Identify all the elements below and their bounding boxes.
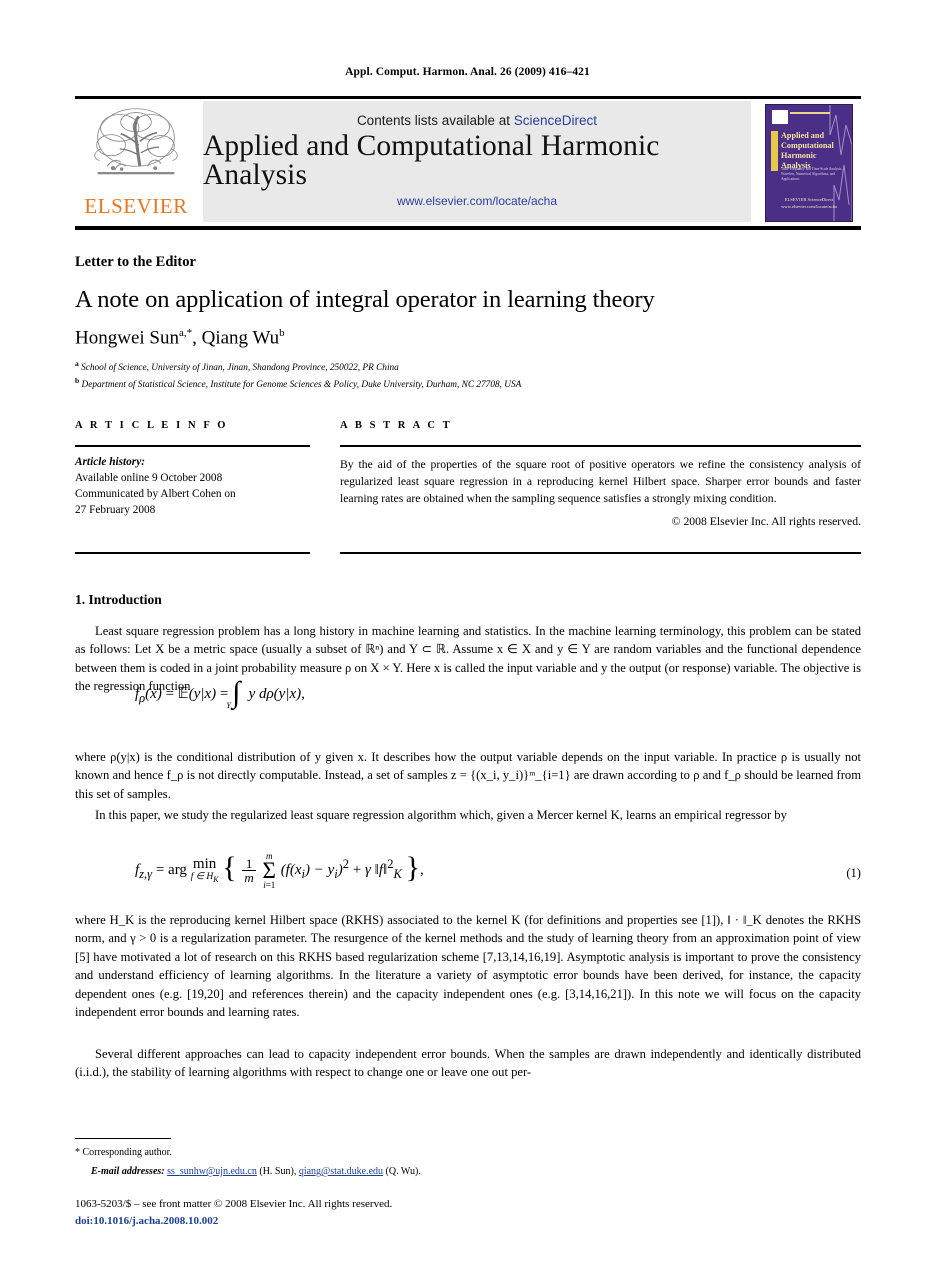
cover-rule bbox=[790, 111, 830, 114]
article-info-column: A R T I C L E I N F O Article history: A… bbox=[75, 420, 310, 518]
equation-1-empirical-regressor: fz,γ = arg min f ∈ HK { 1m m Σi=1 (f(xi) −… bbox=[135, 851, 861, 890]
article-history-line-2: Communicated by Albert Cohen on bbox=[75, 488, 236, 501]
issn-front-matter: 1063-5203/$ – see front matter © 2008 El… bbox=[75, 1198, 393, 1210]
abstract-rule bbox=[340, 445, 861, 447]
paragraph-5: Several different approaches can lead to… bbox=[75, 1047, 861, 1080]
affil-a-text: School of Science, University of Jinan, … bbox=[81, 363, 399, 374]
running-head: Appl. Comput. Harmon. Anal. 26 (2009) 41… bbox=[345, 66, 590, 78]
journal-masthead: ELSEVIER Contents lists available at Sci… bbox=[75, 96, 861, 230]
author-2-affil-marker: b bbox=[279, 327, 285, 339]
abstract-heading: A B S T R A C T bbox=[340, 420, 453, 431]
imprint-block: 1063-5203/$ – see front matter © 2008 El… bbox=[75, 1196, 392, 1229]
email-owner-wu: (Q. Wu). bbox=[383, 1166, 421, 1177]
author-2-name: , Qiang Wu bbox=[192, 327, 280, 349]
integral-symbol-icon: ∫ bbox=[232, 676, 241, 709]
paper-page: Appl. Comput. Harmon. Anal. 26 (2009) 41… bbox=[0, 0, 935, 1266]
footnote-emails: E-mail addresses: ss_sunhw@ujn.edu.cn (H… bbox=[75, 1164, 861, 1179]
page-title: A note on application of integral operat… bbox=[75, 286, 655, 313]
cover-subtitle: Time-Frequency and Time-Scale Analysis, … bbox=[781, 166, 843, 182]
article-info-rule bbox=[75, 445, 310, 447]
footnote-separator-rule bbox=[75, 1138, 171, 1139]
affil-a-marker: a bbox=[75, 359, 79, 368]
section-heading-introduction: 1. Introduction bbox=[75, 592, 162, 607]
cover-spine-band bbox=[771, 130, 778, 171]
paragraph-4: where H_K is the reproducing kernel Hilb… bbox=[75, 913, 861, 1019]
doi-link[interactable]: doi:10.1016/j.acha.2008.10.002 bbox=[75, 1213, 392, 1230]
journal-homepage-link[interactable]: www.elsevier.com/locate/acha bbox=[397, 194, 557, 208]
asterisk-icon: * bbox=[75, 1147, 80, 1158]
article-history: Article history: Available online 9 Octo… bbox=[75, 454, 310, 518]
affiliation-a: a School of Science, University of Jinan… bbox=[75, 359, 521, 376]
contents-prefix-text: Contents lists available at bbox=[356, 113, 514, 128]
journal-cover-block: Applied and Computational Harmonic Analy… bbox=[757, 99, 861, 226]
affil-b-marker: b bbox=[75, 375, 80, 385]
equation-regression-function: fρ(x) = 𝔼(y|x) = ∫Y y dρ(y|x), bbox=[135, 676, 305, 711]
author-list: Hongwei Suna,*, Qiang Wub bbox=[75, 327, 285, 349]
article-history-line-1: Available online 9 October 2008 bbox=[75, 472, 223, 485]
equation-1-number: (1) bbox=[846, 866, 861, 880]
cover-title: Applied and Computational Harmonic Analy… bbox=[781, 130, 834, 170]
abstract-copyright: © 2008 Elsevier Inc. All rights reserved… bbox=[671, 514, 861, 528]
affiliation-b: b Department of Statistical Science, Ins… bbox=[75, 376, 521, 393]
abstract-bottom-rule bbox=[340, 552, 861, 554]
email-link-wu[interactable]: qiang@stat.duke.edu bbox=[299, 1166, 383, 1177]
footnote-block: * Corresponding author. E-mail addresses… bbox=[75, 1145, 861, 1179]
article-history-line-3: 27 February 2008 bbox=[75, 504, 156, 517]
affil-b-text: Department of Statistical Science, Insti… bbox=[81, 379, 522, 390]
journal-cover-thumbnail: Applied and Computational Harmonic Analy… bbox=[765, 103, 853, 222]
article-info-bottom-rule bbox=[75, 552, 310, 554]
paragraph-3: In this paper, we study the regularized … bbox=[95, 808, 787, 822]
author-1-affil-marker: a,* bbox=[178, 327, 193, 339]
email-owner-sun: (H. Sun), bbox=[256, 1166, 299, 1177]
journal-banner: Contents lists available at ScienceDirec… bbox=[203, 101, 751, 222]
sciencedirect-link[interactable]: ScienceDirect bbox=[514, 113, 597, 128]
footnote-corresponding-author: * Corresponding author. bbox=[75, 1145, 861, 1160]
email-link-sun[interactable]: ss_sunhw@ujn.edu.cn bbox=[167, 1166, 257, 1177]
elsevier-logo-block: ELSEVIER bbox=[75, 99, 197, 226]
email-addresses-label: E-mail addresses: bbox=[91, 1166, 165, 1177]
elsevier-tree-icon bbox=[94, 108, 178, 175]
affiliation-list: a School of Science, University of Jinan… bbox=[75, 359, 521, 392]
article-history-label: Article history: bbox=[75, 456, 145, 468]
footnote-corresponding-text: Corresponding author. bbox=[82, 1147, 172, 1158]
abstract-text: By the aid of the properties of the squa… bbox=[340, 458, 861, 506]
journal-title: Applied and Computational Harmonic Analy… bbox=[203, 129, 660, 191]
cover-footer: ELSEVIER ScienceDirect www.elsevier.com/… bbox=[781, 196, 837, 209]
article-kind: Letter to the Editor bbox=[75, 254, 196, 270]
article-info-heading: A R T I C L E I N F O bbox=[75, 420, 229, 431]
abstract-column: A B S T R A C T By the aid of the proper… bbox=[340, 420, 861, 528]
elsevier-wordmark: ELSEVIER bbox=[84, 194, 188, 218]
cover-elsevier-logo-icon bbox=[772, 109, 788, 124]
author-1-name: Hongwei Sun bbox=[75, 327, 179, 349]
paragraph-2: where ρ(y|x) is the conditional distribu… bbox=[75, 750, 861, 801]
contents-available-line: Contents lists available at ScienceDirec… bbox=[357, 113, 597, 128]
